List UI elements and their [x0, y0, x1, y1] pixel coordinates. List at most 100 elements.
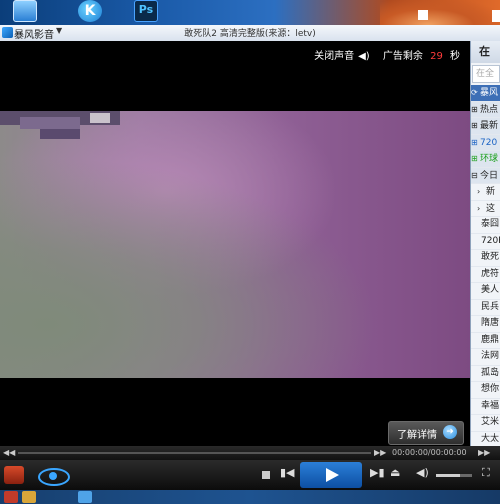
playlist-item[interactable]: 艾米 [471, 415, 500, 432]
playlist-item-label: 美人 [481, 285, 500, 295]
playlist-item[interactable]: 法网 [471, 349, 500, 366]
playlist-item-label: 这 [486, 203, 496, 214]
play-button[interactable] [300, 462, 362, 488]
playlist-item[interactable]: 鹿鼎 [471, 333, 500, 349]
playlist-item-label: 虎符 [481, 268, 500, 279]
learn-more-button[interactable]: 了解详情 ➜ [388, 421, 464, 445]
title-bar: 暴风影音 ▼ 敢死队2 高清完整版(来源：letv) [0, 25, 500, 42]
photoshop-icon[interactable]: Ps [134, 0, 158, 22]
playlist-item[interactable]: 720P [471, 234, 500, 250]
playlist-item[interactable]: 虎符 [471, 267, 500, 283]
playlist-item-label: 720P [481, 235, 500, 246]
pixel-artifact [20, 117, 80, 129]
seek-back-icon[interactable]: ◀◀ [3, 448, 15, 457]
playlist-item[interactable]: ⊞ 最新 [471, 118, 500, 135]
control-bar: ▮◀ ▶▮ ⏏ ◀) ⛶ [0, 460, 500, 490]
playlist-item[interactable]: 隋唐 [471, 316, 500, 333]
taskbar-app-icon[interactable] [4, 491, 18, 503]
playlist-item[interactable]: 泰囧 [471, 217, 500, 234]
playlist-item-label: 720 [480, 137, 498, 148]
stop-button[interactable] [262, 471, 270, 479]
mute-label[interactable]: 关闭声音 [314, 51, 354, 62]
desktop-background: K Ps [0, 0, 500, 25]
playlist-item[interactable]: 敢死 [471, 250, 500, 267]
video-frame [0, 111, 470, 378]
panel-search-input[interactable]: 在全 [472, 65, 500, 83]
ad-remaining-label: 广告剩余 [382, 51, 423, 62]
playlist-item-label: 艾米 [481, 417, 500, 427]
speaker-icon[interactable]: ◀) [358, 51, 370, 62]
playlist-item-label: 想你 [481, 384, 500, 394]
playlist-item[interactable]: 孤岛 [471, 366, 500, 382]
desktop-icon-partial[interactable] [418, 10, 428, 20]
expand-toggle-icon[interactable]: ⊞ [471, 118, 480, 134]
playlist-item[interactable]: ⟳ 暴风 [471, 85, 500, 102]
expand-toggle-icon[interactable]: ⊞ [471, 102, 480, 118]
playlist: ⟳暴风⊞热点⊞最新⊞720⊞环球⊟今日›新›这泰囧720P敢死虎符美人民兵隋唐鹿… [471, 85, 500, 446]
playlist-item[interactable]: ⊞ 720 [471, 134, 500, 151]
playlist-item-label: 环球 [480, 154, 499, 164]
desktop-wallpaper-rock [380, 0, 500, 25]
eject-button[interactable]: ⏏ [390, 466, 400, 479]
playlist-item-label: 敢死 [481, 252, 500, 262]
previous-button[interactable]: ▮◀ [280, 466, 295, 479]
panel-header[interactable]: 在 [471, 41, 500, 63]
arrow-right-icon: ➜ [443, 425, 457, 439]
playlist-item[interactable]: 美人 [471, 283, 500, 300]
playlist-item-label: 热点 [480, 104, 499, 115]
taskbar-app-icon[interactable] [22, 491, 36, 503]
playlist-item-label: 民兵 [481, 301, 500, 312]
pixel-artifact [40, 129, 80, 139]
ad-countdown: 29 [430, 51, 443, 62]
taskbar-app-icon[interactable] [78, 491, 92, 503]
expand-icon[interactable]: ▶▶ [478, 448, 490, 457]
playlist-item[interactable]: ⊟ 今日 [471, 167, 500, 184]
expand-toggle-icon[interactable]: › [477, 184, 486, 200]
playlist-item-label: 鹿鼎 [481, 334, 500, 345]
playlist-item[interactable]: ⊞ 环球 [471, 151, 500, 168]
expand-toggle-icon[interactable]: ⊟ [471, 168, 480, 184]
desktop-icon-partial-right[interactable] [492, 10, 500, 22]
k-app-icon[interactable]: K [78, 0, 102, 22]
video-area[interactable]: 关闭声音 ◀) 广告剩余 29 秒 了解详情 ➜ [0, 41, 470, 446]
playlist-item-label: 隋唐 [481, 318, 500, 328]
expand-toggle-icon[interactable]: ⟳ [471, 85, 480, 101]
taskbar [0, 490, 500, 504]
next-button[interactable]: ▶▮ [370, 466, 385, 479]
playlist-panel: 在 在全 ⟳暴风⊞热点⊞最新⊞720⊞环球⊟今日›新›这泰囧720P敢死虎符美人… [470, 41, 500, 446]
playlist-item-label: 孤岛 [481, 367, 500, 378]
toolbox-icon[interactable] [4, 466, 24, 484]
playlist-item[interactable]: 想你 [471, 382, 500, 399]
playlist-item-label: 暴风 [480, 88, 499, 98]
playlist-item-label: 大太 [481, 433, 500, 444]
seek-bar[interactable] [18, 452, 371, 454]
window-title: 敢死队2 高清完整版(来源：letv) [184, 29, 316, 39]
playlist-item-label: 泰囧 [481, 219, 500, 229]
playlist-item[interactable]: 民兵 [471, 300, 500, 316]
playlist-item[interactable]: 幸福 [471, 399, 500, 415]
playlist-item-label: 今日 [480, 170, 499, 181]
playlist-item[interactable]: › 这 [471, 201, 500, 217]
playlist-item[interactable]: 大太 [471, 432, 500, 447]
expand-toggle-icon[interactable]: ⊞ [471, 151, 480, 167]
volume-icon[interactable]: ◀) [416, 466, 429, 479]
seek-forward-icon[interactable]: ▶▶ [374, 448, 386, 457]
learn-more-label: 了解详情 [397, 430, 437, 441]
fullscreen-button[interactable]: ⛶ [482, 466, 490, 480]
time-display: 00:00:00/00:00:00 [392, 448, 467, 457]
ad-countdown-unit: 秒 [450, 51, 460, 62]
playlist-item-label: 幸福 [481, 400, 500, 411]
playlist-item-label: 新 [486, 187, 496, 197]
volume-slider[interactable] [436, 474, 472, 477]
expand-toggle-icon[interactable]: ⊞ [471, 135, 480, 151]
computer-icon[interactable] [13, 0, 37, 22]
playlist-item[interactable]: › 新 [471, 184, 500, 201]
playlist-item-label: 最新 [480, 121, 499, 131]
expand-toggle-icon[interactable]: › [477, 201, 486, 217]
playlist-item[interactable]: ⊞ 热点 [471, 101, 500, 118]
pixel-artifact [90, 113, 110, 123]
progress-bar-area: ◀◀ ▶▶ 00:00:00/00:00:00 ▶▶ [0, 446, 500, 460]
playlist-item-label: 法网 [481, 351, 500, 361]
eye-icon[interactable] [38, 468, 70, 486]
ad-controls: 关闭声音 ◀) 广告剩余 29 秒 [310, 47, 460, 62]
